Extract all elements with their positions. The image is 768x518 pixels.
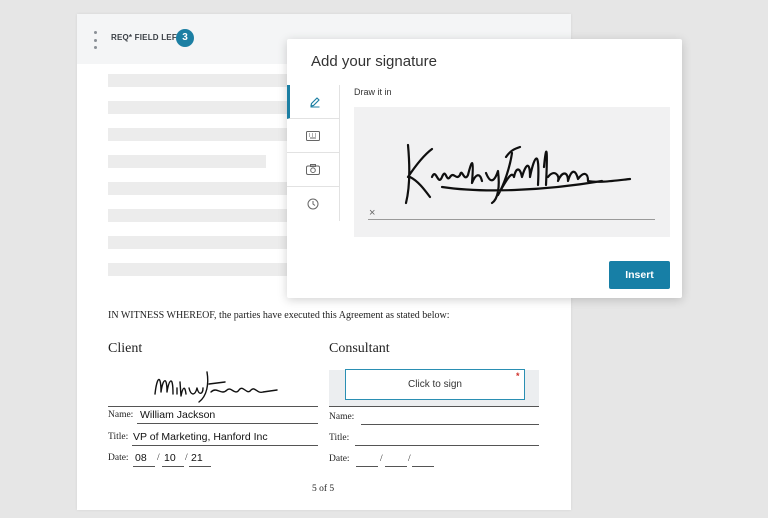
page-number: 5 of 5 (312, 484, 335, 494)
consultant-signature-line (329, 406, 539, 407)
client-date-day: 10 (164, 452, 176, 464)
client-date-year: 21 (191, 452, 203, 464)
keyboard-icon (306, 130, 320, 141)
tab-history[interactable] (287, 187, 339, 221)
client-date-separator: / (157, 453, 160, 463)
client-date-month: 08 (135, 452, 147, 464)
consultant-name-label: Name: (329, 412, 355, 422)
client-date-separator: / (185, 453, 188, 463)
consultant-heading: Consultant (329, 341, 390, 356)
client-signature-line (108, 406, 318, 407)
client-name-label: Name: (108, 410, 134, 420)
signature-draw-pad[interactable]: × (354, 107, 670, 237)
client-date-year-line (189, 466, 211, 467)
tab-draw[interactable] (287, 85, 339, 119)
click-to-sign-button[interactable]: Click to sign (345, 369, 525, 400)
required-fields-count-badge[interactable]: 3 (176, 29, 194, 47)
consultant-date-label: Date: (329, 454, 350, 464)
consultant-date-day-line (385, 466, 407, 467)
add-signature-modal: Add your signature Draw it in × Insert (287, 39, 682, 298)
client-title-line (132, 445, 318, 446)
consultant-title-label: Title: (329, 433, 350, 443)
client-heading: Client (108, 341, 143, 356)
client-title-value: VP of Marketing, Hanford Inc (133, 431, 268, 443)
camera-icon (306, 164, 320, 175)
drag-handle-icon[interactable] (93, 31, 97, 49)
clear-signature-button[interactable]: × (369, 207, 375, 219)
signature-baseline (368, 219, 655, 220)
signature-method-tabs (287, 85, 340, 221)
consultant-date-separator: / (380, 454, 383, 464)
client-date-label: Date: (108, 453, 129, 463)
client-name-line (137, 423, 318, 424)
consultant-date-month-line (356, 466, 378, 467)
client-title-label: Title: (108, 432, 129, 442)
pen-icon (309, 96, 321, 108)
consultant-name-line (361, 424, 539, 425)
tab-upload[interactable] (287, 153, 339, 187)
consultant-date-separator: / (408, 454, 411, 464)
consultant-title-line (355, 445, 539, 446)
required-fields-label: REQ* FIELD LEFT (111, 33, 182, 42)
client-signature-image (147, 366, 287, 406)
tab-type[interactable] (287, 119, 339, 153)
required-marker: * (516, 371, 520, 381)
insert-button[interactable]: Insert (609, 261, 670, 289)
draw-it-in-label: Draw it in (354, 87, 392, 97)
redacted-text-line (108, 155, 266, 168)
consultant-date-year-line (412, 466, 434, 467)
modal-title: Add your signature (311, 53, 437, 70)
client-name-value: William Jackson (140, 409, 216, 421)
client-date-day-line (162, 466, 184, 467)
client-date-month-line (133, 466, 155, 467)
clock-icon (307, 198, 319, 210)
witness-statement: IN WITNESS WHEREOF, the parties have exe… (108, 310, 450, 321)
drawn-signature-image (402, 137, 634, 209)
